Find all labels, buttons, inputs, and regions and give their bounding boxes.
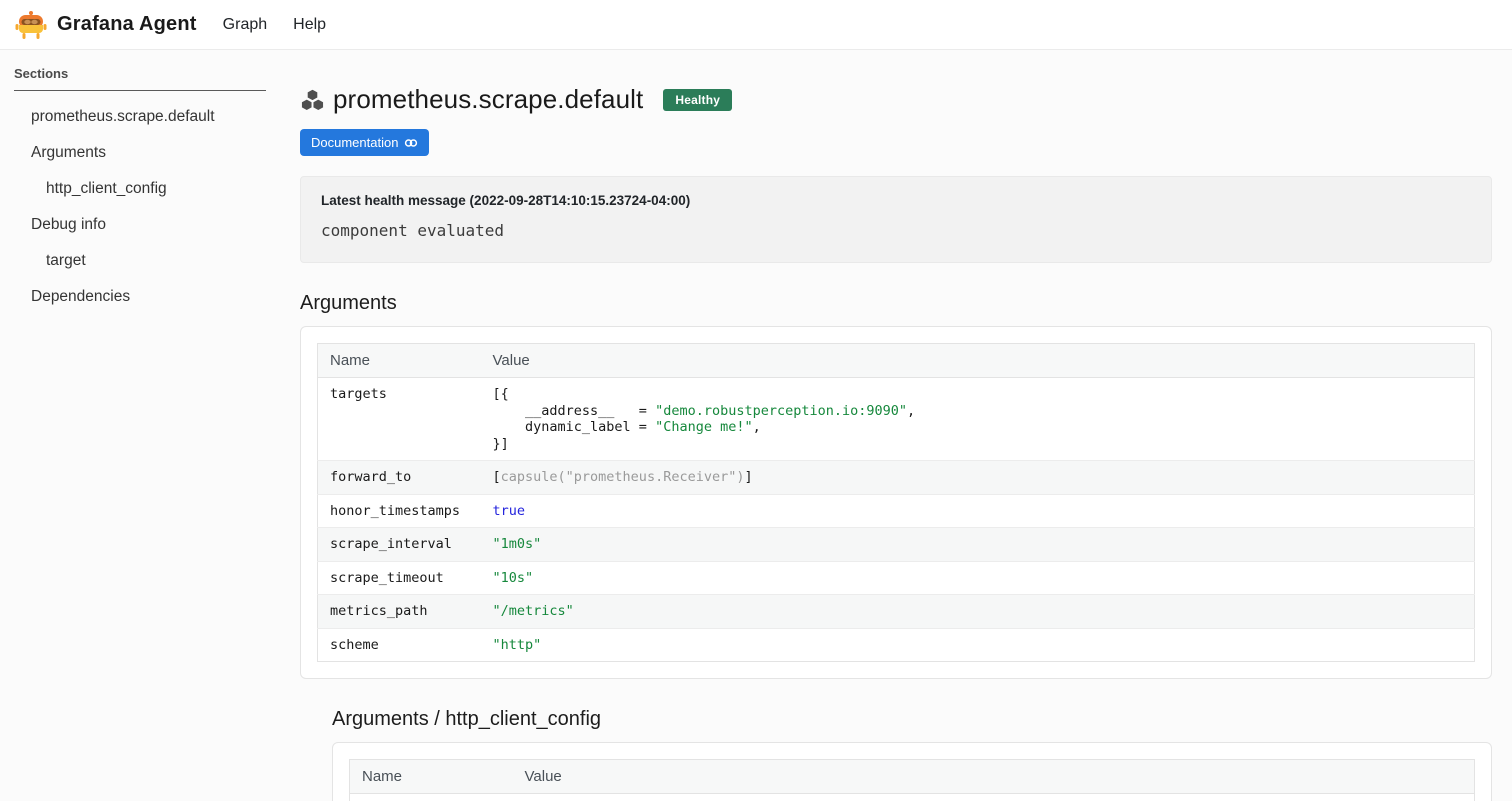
table-row-follow_redirects: follow_redirectstrue [350, 794, 1475, 801]
table-row-scrape_interval: scrape_interval"1m0s" [318, 528, 1475, 562]
argument-name: targets [318, 378, 481, 461]
argument-value: "1m0s" [481, 528, 1475, 562]
http-client-config-card: NameValue follow_redirectstrueenable_htt… [332, 742, 1492, 801]
nav-link-help[interactable]: Help [293, 16, 326, 34]
table-header-row: NameValue [350, 760, 1475, 794]
sidebar-item-debug-info[interactable]: Debug info [14, 207, 266, 243]
documentation-button-label: Documentation [311, 135, 398, 150]
top-navbar: Grafana Agent Graph Help [0, 0, 1512, 50]
brand-title: Grafana Agent [57, 13, 197, 36]
argument-name: scrape_timeout [318, 561, 481, 595]
column-header-value: Value [481, 344, 1475, 378]
table-row-forward_to: forward_to[capsule("prometheus.Receiver"… [318, 461, 1475, 495]
table-row-scheme: scheme"http" [318, 628, 1475, 662]
sidebar-list: prometheus.scrape.defaultArgumentshttp_c… [14, 99, 266, 315]
nav-link-graph[interactable]: Graph [223, 16, 267, 34]
health-status-badge: Healthy [663, 89, 732, 111]
column-header-name: Name [318, 344, 481, 378]
argument-value: "/metrics" [481, 595, 1475, 629]
sidebar-item-target[interactable]: target [14, 243, 266, 279]
sidebar-divider [14, 90, 266, 91]
argument-value: true [513, 794, 1475, 801]
argument-value: "http" [481, 628, 1475, 662]
argument-name: follow_redirects [350, 794, 513, 801]
table-row-scrape_timeout: scrape_timeout"10s" [318, 561, 1475, 595]
page-title: prometheus.scrape.default [333, 84, 643, 115]
table-row-honor_timestamps: honor_timestampstrue [318, 494, 1475, 528]
argument-value: [capsule("prometheus.Receiver")] [481, 461, 1475, 495]
argument-name: forward_to [318, 461, 481, 495]
section-heading-arguments: Arguments [300, 292, 1492, 315]
section-http-client-config: Arguments / http_client_config NameValue… [332, 708, 1492, 801]
argument-value: "10s" [481, 561, 1475, 595]
argument-name: scheme [318, 628, 481, 662]
main-content: prometheus.scrape.default Healthy Docume… [300, 50, 1512, 801]
grafana-agent-logo-icon [14, 8, 48, 42]
link-icon [404, 136, 418, 150]
argument-name: scrape_interval [318, 528, 481, 562]
sidebar-item-dependencies[interactable]: Dependencies [14, 279, 266, 315]
section-arguments: Arguments NameValue targets[{ __address_… [300, 292, 1492, 679]
health-message-text: component evaluated [321, 221, 1471, 240]
arguments-table: NameValue targets[{ __address__ = "demo.… [317, 343, 1475, 662]
argument-name: metrics_path [318, 595, 481, 629]
sections-sidebar: Sections prometheus.scrape.defaultArgume… [0, 50, 300, 315]
sidebar-item-prometheus-scrape-default[interactable]: prometheus.scrape.default [14, 99, 266, 135]
sidebar-title: Sections [14, 66, 266, 81]
health-message-label: Latest health message (2022-09-28T14:10:… [321, 193, 1471, 208]
brand[interactable]: Grafana Agent [14, 8, 197, 42]
component-title-row: prometheus.scrape.default Healthy [300, 84, 1492, 115]
argument-name: honor_timestamps [318, 494, 481, 528]
argument-value: true [481, 494, 1475, 528]
sidebar-item-http-client-config[interactable]: http_client_config [14, 171, 266, 207]
sidebar-item-arguments[interactable]: Arguments [14, 135, 266, 171]
http-client-config-table: NameValue follow_redirectstrueenable_htt… [349, 759, 1475, 801]
column-header-value: Value [513, 760, 1475, 794]
section-heading-http-client-config: Arguments / http_client_config [332, 708, 1492, 731]
table-row-targets: targets[{ __address__ = "demo.robustperc… [318, 378, 1475, 461]
cubes-icon [300, 88, 325, 112]
arguments-card: NameValue targets[{ __address__ = "demo.… [300, 326, 1492, 679]
documentation-button[interactable]: Documentation [300, 129, 429, 156]
health-message-card: Latest health message (2022-09-28T14:10:… [300, 176, 1492, 263]
table-header-row: NameValue [318, 344, 1475, 378]
argument-value: [{ __address__ = "demo.robustperception.… [481, 378, 1475, 461]
table-row-metrics_path: metrics_path"/metrics" [318, 595, 1475, 629]
column-header-name: Name [350, 760, 513, 794]
